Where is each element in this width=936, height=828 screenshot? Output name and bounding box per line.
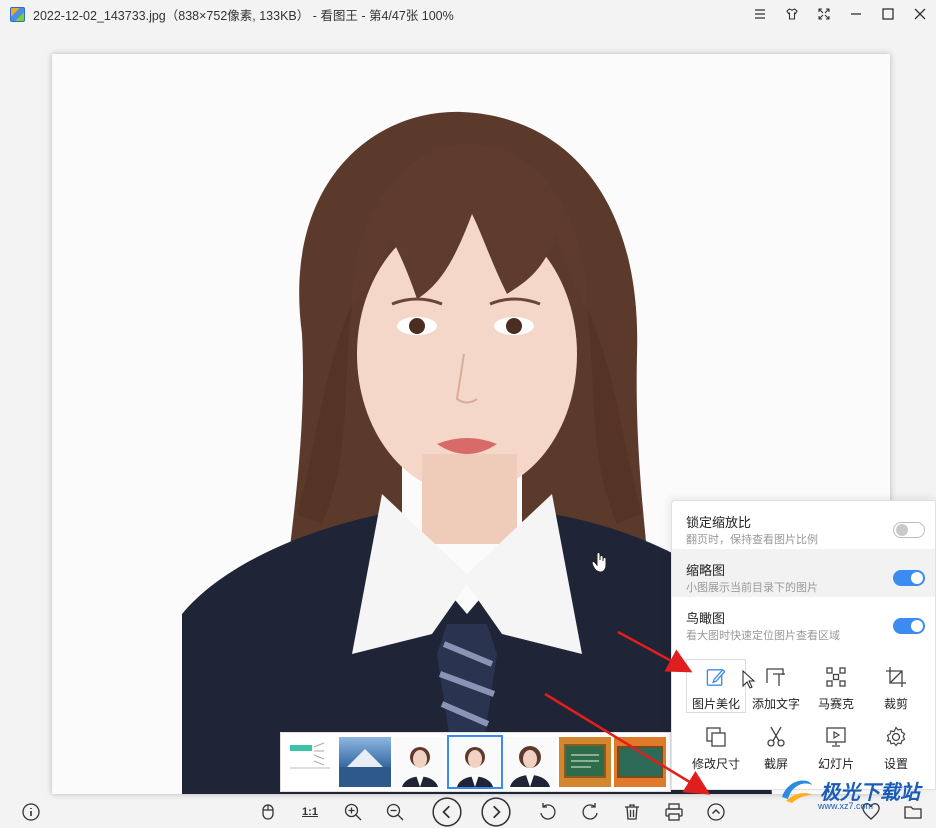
rotate-left-button[interactable] — [535, 799, 561, 825]
rotate-right-icon — [582, 803, 598, 820]
trash-icon — [625, 804, 639, 820]
print-button[interactable] — [661, 799, 687, 825]
mosaic-button[interactable]: 马赛克 — [806, 659, 866, 713]
more-tools-panel: 锁定缩放比 翻页时，保持查看图片比例 缩略图 小图展示当前目录下的图片 鸟瞰图 … — [671, 500, 936, 790]
tool-label: 添加文字 — [751, 697, 800, 711]
site-watermark: 极光下载站 www.xz7.com — [778, 775, 920, 811]
thumbnail[interactable] — [339, 737, 391, 787]
pointer-cursor-icon — [742, 670, 756, 689]
fullscreen-icon[interactable] — [808, 0, 840, 28]
chevron-up-icon — [707, 803, 725, 821]
tool-grid: 图片美化 添加文字 马赛克 裁剪 修改尺寸 截屏 幻灯片 设置 — [672, 659, 936, 773]
thumbnail[interactable] — [284, 737, 336, 787]
tool-label: 截屏 — [763, 757, 788, 771]
next-button[interactable] — [481, 797, 511, 827]
menu-icon[interactable] — [744, 0, 776, 28]
title-bar: 2022-12-02_143733.jpg（838×752像素, 133KB） … — [0, 0, 936, 28]
folder-icon — [904, 806, 922, 819]
screenshot-button[interactable]: 截屏 — [746, 719, 806, 773]
info-button[interactable] — [18, 799, 44, 825]
crop-button[interactable]: 裁剪 — [866, 659, 926, 713]
resize-button[interactable]: 修改尺寸 — [686, 719, 746, 773]
skin-icon[interactable] — [776, 0, 808, 28]
delete-button[interactable] — [619, 799, 645, 825]
mouse-icon — [262, 804, 274, 820]
crop-icon — [886, 667, 906, 687]
zoom-in-icon — [344, 803, 362, 821]
tool-label: 设置 — [883, 757, 908, 771]
slideshow-button[interactable]: 幻灯片 — [806, 719, 866, 773]
lock-zoom-switch[interactable] — [893, 522, 925, 538]
toggle-row-birdseye[interactable]: 鸟瞰图 看大图时快速定位图片查看区域 — [672, 597, 935, 645]
actual-size-label: 1:1 — [302, 806, 318, 818]
chevron-right-icon — [481, 797, 511, 827]
thumbnail[interactable] — [394, 737, 446, 787]
resize-icon — [706, 727, 726, 747]
thumbnail[interactable] — [559, 737, 611, 787]
tool-label: 马赛克 — [817, 697, 854, 711]
tool-label: 修改尺寸 — [691, 757, 740, 771]
maximize-icon[interactable] — [872, 0, 904, 28]
beautify-button[interactable]: 图片美化 — [686, 659, 746, 713]
thumbnail[interactable] — [614, 737, 666, 787]
zoom-in-button[interactable] — [340, 799, 366, 825]
actual-size-button[interactable]: 1:1 — [297, 799, 323, 825]
toggle-row-thumbnails[interactable]: 缩略图 小图展示当前目录下的图片 — [672, 549, 935, 597]
tool-label: 裁剪 — [883, 697, 908, 711]
slideshow-icon — [826, 727, 846, 747]
info-icon — [22, 803, 40, 821]
watermark-url: www.xz7.com — [818, 801, 874, 811]
zoom-out-button[interactable] — [382, 799, 408, 825]
tool-label: 图片美化 — [691, 697, 740, 711]
minimize-icon[interactable] — [840, 0, 872, 28]
window-controls — [744, 0, 936, 28]
rotate-right-button[interactable] — [577, 799, 603, 825]
hand-cursor-icon — [592, 552, 607, 573]
tool-label: 幻灯片 — [817, 757, 854, 771]
settings-button[interactable]: 设置 — [866, 719, 926, 773]
chevron-left-icon — [432, 797, 462, 827]
watermark-logo-icon — [782, 780, 812, 803]
gear-icon — [886, 726, 906, 747]
mouse-mode-button[interactable] — [255, 799, 281, 825]
zoom-out-icon — [386, 803, 404, 821]
thumbnail[interactable] — [504, 737, 556, 787]
thumbnail-selected[interactable] — [447, 735, 503, 789]
toggle-row-lock-zoom[interactable]: 锁定缩放比 翻页时，保持查看图片比例 — [672, 501, 935, 549]
birdseye-switch[interactable] — [893, 618, 925, 634]
rotate-left-icon — [540, 803, 556, 820]
previous-button[interactable] — [432, 797, 462, 827]
edit-icon — [706, 668, 726, 686]
add-text-icon — [766, 668, 785, 686]
thumbnails-switch[interactable] — [893, 570, 925, 586]
mosaic-icon — [826, 667, 846, 687]
printer-icon — [665, 803, 683, 821]
app-logo-icon — [10, 6, 25, 22]
thumbnail-strip[interactable] — [280, 732, 671, 792]
more-tools-button[interactable] — [703, 799, 729, 825]
window-title: 2022-12-02_143733.jpg（838×752像素, 133KB） … — [33, 8, 454, 23]
scissors-icon — [767, 726, 785, 747]
close-icon[interactable] — [904, 0, 936, 28]
